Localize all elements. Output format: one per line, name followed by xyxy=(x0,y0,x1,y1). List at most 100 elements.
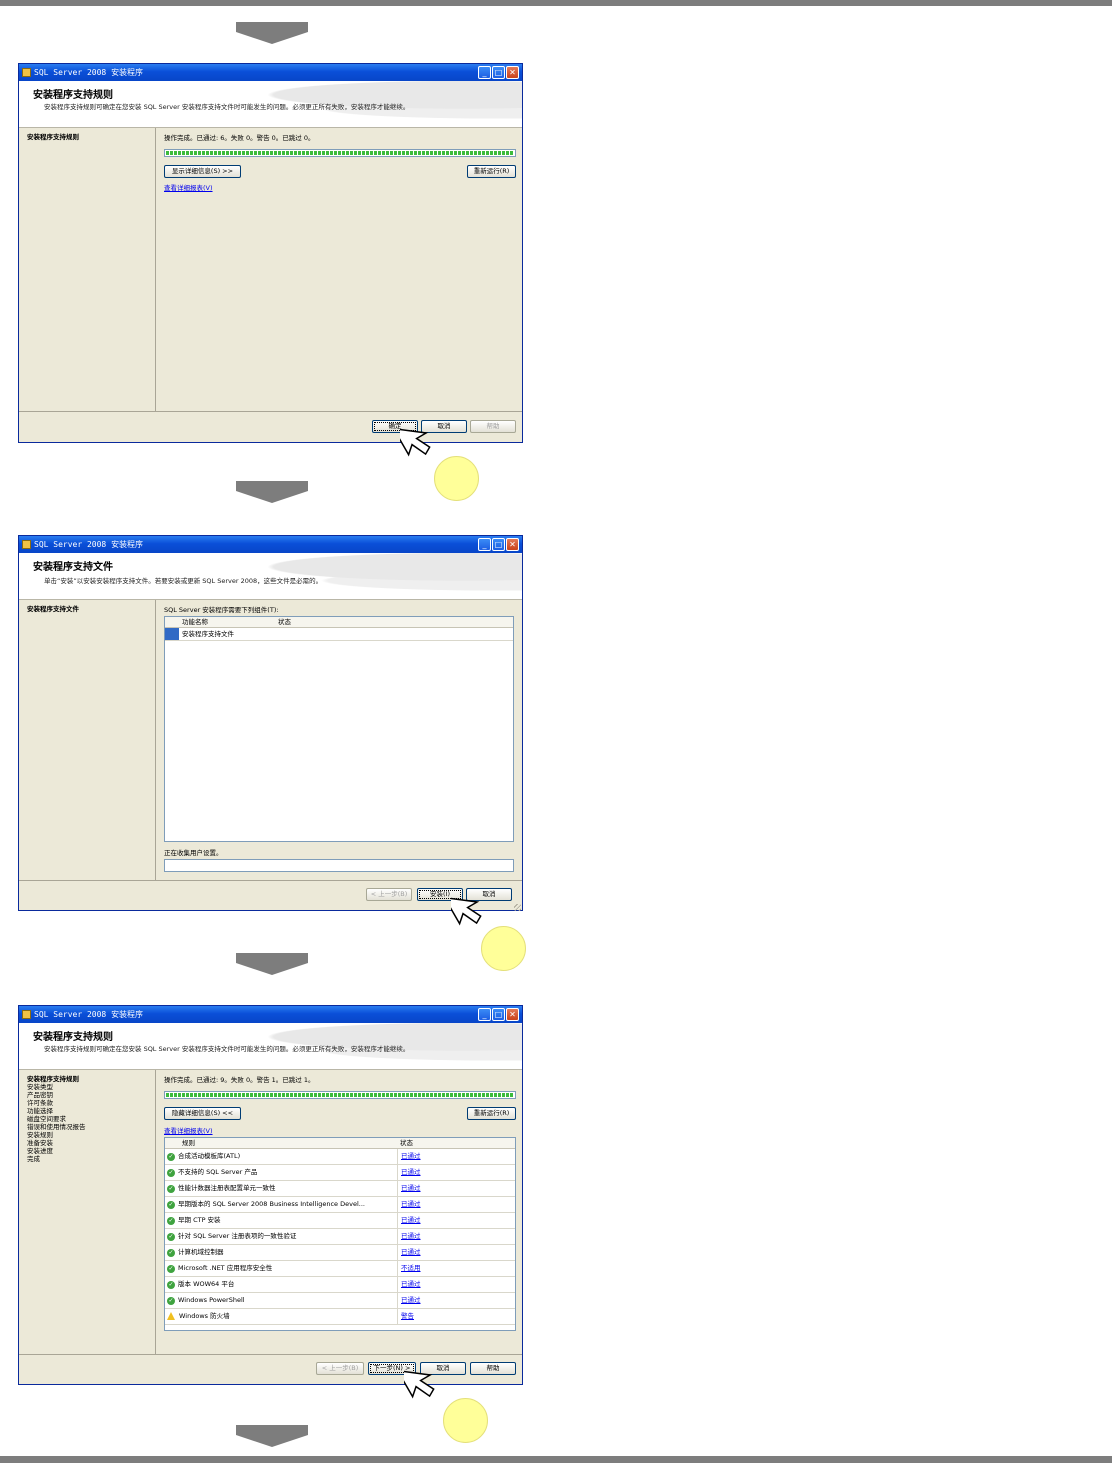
rule-status-link[interactable]: 已通过 xyxy=(401,1216,421,1224)
col-feature-name: 功能名称 xyxy=(182,618,208,626)
nav-item-setup-rules[interactable]: 安装程序支持规则 xyxy=(19,133,155,141)
check-icon: ✓ xyxy=(167,1281,175,1289)
operation-status: 操作完成。已通过: 9。失败 0。警告 1。已跳过 1。 xyxy=(164,1076,315,1084)
table-row[interactable]: ✓ 不支持的 SQL Server 产品 已通过 xyxy=(165,1165,515,1181)
pointer-cursor-icon xyxy=(400,427,431,457)
nav-item-setup-files[interactable]: 安装程序支持文件 xyxy=(19,605,155,613)
back-button[interactable]: < 上一步(B) xyxy=(366,888,412,901)
maximize-icon[interactable]: □ xyxy=(492,538,505,551)
rule-status-link[interactable]: 已通过 xyxy=(401,1168,421,1176)
setup-app-icon xyxy=(22,68,31,77)
rule-name: Microsoft .NET 应用程序安全性 xyxy=(178,1264,273,1272)
window-title: SQL Server 2008 安装程序 xyxy=(34,68,144,77)
page-title: 安装程序支持规则 xyxy=(33,1032,113,1043)
page-description: 安装程序支持规则可确定在您安装 SQL Server 安装程序支持文件时可能发生… xyxy=(44,1045,410,1053)
rerun-button[interactable]: 重新运行(R) xyxy=(467,165,516,178)
view-report-link[interactable]: 查看详细报表(V) xyxy=(164,1125,213,1135)
table-row[interactable]: ✓ 针对 SQL Server 注册表项的一致性验证 已通过 xyxy=(165,1229,515,1245)
dialog-footer: < 上一步(B) 安装(I) 取消 xyxy=(19,880,522,912)
nav-item-ready-to-install[interactable]: 准备安装 xyxy=(19,1139,155,1147)
resize-grip[interactable] xyxy=(514,904,521,911)
step-marker xyxy=(443,1398,488,1443)
nav-item-license-terms[interactable]: 许可条款 xyxy=(19,1099,155,1107)
close-icon[interactable]: ✕ xyxy=(506,66,519,79)
rule-name: 合成活动模板库(ATL) xyxy=(178,1152,241,1160)
window-title: SQL Server 2008 安装程序 xyxy=(34,1010,144,1019)
components-grid: 功能名称 状态 安装程序支持文件 xyxy=(164,616,514,842)
table-row[interactable]: ✓ 版本 WOW64 平台 已通过 xyxy=(165,1277,515,1293)
back-button[interactable]: < 上一步(B) xyxy=(316,1362,364,1375)
help-button[interactable]: 帮助 xyxy=(470,420,516,433)
table-row[interactable]: ✓ Windows PowerShell 已通过 xyxy=(165,1293,515,1309)
rule-status-link[interactable]: 已通过 xyxy=(401,1232,421,1240)
page-description: 单击“安装”以安装安装程序支持文件。若要安装或更新 SQL Server 200… xyxy=(44,577,323,585)
rule-status-link[interactable]: 不适用 xyxy=(401,1264,421,1272)
nav-item-install-rules[interactable]: 安装规则 xyxy=(19,1131,155,1139)
rules-progress-bar xyxy=(164,1091,516,1099)
rule-status-link[interactable]: 已通过 xyxy=(401,1152,421,1160)
dialog-header: 安装程序支持文件 单击“安装”以安装安装程序支持文件。若要安装或更新 SQL S… xyxy=(19,553,522,600)
minimize-icon[interactable]: _ xyxy=(478,66,491,79)
row-feature-name: 安装程序支持文件 xyxy=(182,630,234,638)
table-row[interactable]: ✓ 性能计数器注册表配置单元一致性 已通过 xyxy=(165,1181,515,1197)
nav-item-feature-selection[interactable]: 功能选择 xyxy=(19,1107,155,1115)
setup-app-icon xyxy=(22,540,31,549)
rule-status-link[interactable]: 已通过 xyxy=(401,1280,421,1288)
show-details-button[interactable]: 显示详细信息(S) >> xyxy=(164,165,241,178)
nav-item-product-key[interactable]: 产品密钥 xyxy=(19,1091,155,1099)
rule-name: 版本 WOW64 平台 xyxy=(178,1280,235,1288)
close-icon[interactable]: ✕ xyxy=(506,538,519,551)
nav-item-install-progress[interactable]: 安装进度 xyxy=(19,1147,155,1155)
table-row[interactable]: ✓ 计算机域控制器 已通过 xyxy=(165,1245,515,1261)
flow-down-arrow-icon xyxy=(236,22,308,44)
rerun-button[interactable]: 重新运行(R) xyxy=(467,1107,516,1120)
title-bar: SQL Server 2008 安装程序 _ □ ✕ xyxy=(19,1006,522,1023)
minimize-icon[interactable]: _ xyxy=(478,1008,491,1021)
nav-item-error-reporting[interactable]: 错误和使用情况报告 xyxy=(19,1123,155,1131)
check-icon: ✓ xyxy=(167,1169,175,1177)
maximize-icon[interactable]: □ xyxy=(492,1008,505,1021)
step-marker xyxy=(434,456,479,501)
table-row[interactable]: ✓ Microsoft .NET 应用程序安全性 不适用 xyxy=(165,1261,515,1277)
rule-name: 计算机域控制器 xyxy=(178,1248,224,1256)
install-progress-bar xyxy=(164,859,514,872)
maximize-icon[interactable]: □ xyxy=(492,66,505,79)
col-status: 状态 xyxy=(400,1139,413,1147)
close-icon[interactable]: ✕ xyxy=(506,1008,519,1021)
check-icon: ✓ xyxy=(167,1297,175,1305)
warning-icon xyxy=(167,1312,175,1320)
nav-item-setup-rules[interactable]: 安装程序支持规则 xyxy=(19,1075,155,1083)
rule-status-link[interactable]: 警告 xyxy=(401,1312,414,1320)
step-marker xyxy=(481,926,526,971)
page-title: 安装程序支持规则 xyxy=(33,90,113,101)
setup-rules-dialog: SQL Server 2008 安装程序 _ □ ✕ 安装程序支持规则 安装程序… xyxy=(18,63,523,443)
help-button[interactable]: 帮助 xyxy=(470,1362,516,1375)
rule-name: 不支持的 SQL Server 产品 xyxy=(178,1168,258,1176)
rule-status-link[interactable]: 已通过 xyxy=(401,1248,421,1256)
rule-status-link[interactable]: 已通过 xyxy=(401,1200,421,1208)
rule-name: 性能计数器注册表配置单元一致性 xyxy=(178,1184,276,1192)
table-row[interactable]: 安装程序支持文件 xyxy=(165,628,513,641)
nav-item-disk-space[interactable]: 磁盘空间要求 xyxy=(19,1115,155,1123)
nav-item-install-type[interactable]: 安装类型 xyxy=(19,1083,155,1091)
view-report-link[interactable]: 查看详细报表(V) xyxy=(164,182,213,192)
page-description: 安装程序支持规则可确定在您安装 SQL Server 安装程序支持文件时可能发生… xyxy=(44,103,410,111)
col-rule: 规则 xyxy=(182,1139,195,1147)
rule-status-link[interactable]: 已通过 xyxy=(401,1184,421,1192)
flow-down-arrow-icon xyxy=(236,953,308,975)
setup-files-dialog: SQL Server 2008 安装程序 _ □ ✕ 安装程序支持文件 单击“安… xyxy=(18,535,523,911)
progress-text: 正在收集用户设置。 xyxy=(164,849,223,857)
hide-details-button[interactable]: 隐藏详细信息(S) << xyxy=(164,1107,241,1120)
top-separator-bar xyxy=(0,0,1112,6)
step-nav: 安装程序支持规则 安装类型 产品密钥 许可条款 功能选择 磁盘空间要求 错误和使… xyxy=(19,1070,156,1354)
table-row[interactable]: Windows 防火墙 警告 xyxy=(165,1309,515,1325)
components-label: SQL Server 安装程序需要下列组件(T): xyxy=(164,606,279,614)
table-row[interactable]: ✓ 合成活动模板库(ATL) 已通过 xyxy=(165,1149,515,1165)
bottom-separator-bar xyxy=(0,1456,1112,1463)
minimize-icon[interactable]: _ xyxy=(478,538,491,551)
rule-status-link[interactable]: 已通过 xyxy=(401,1296,421,1304)
table-row[interactable]: ✓ 早期 CTP 安装 已通过 xyxy=(165,1213,515,1229)
flow-down-arrow-icon xyxy=(236,481,308,503)
nav-item-complete[interactable]: 完成 xyxy=(19,1155,155,1163)
table-row[interactable]: ✓ 早期版本的 SQL Server 2008 Business Intellig… xyxy=(165,1197,515,1213)
